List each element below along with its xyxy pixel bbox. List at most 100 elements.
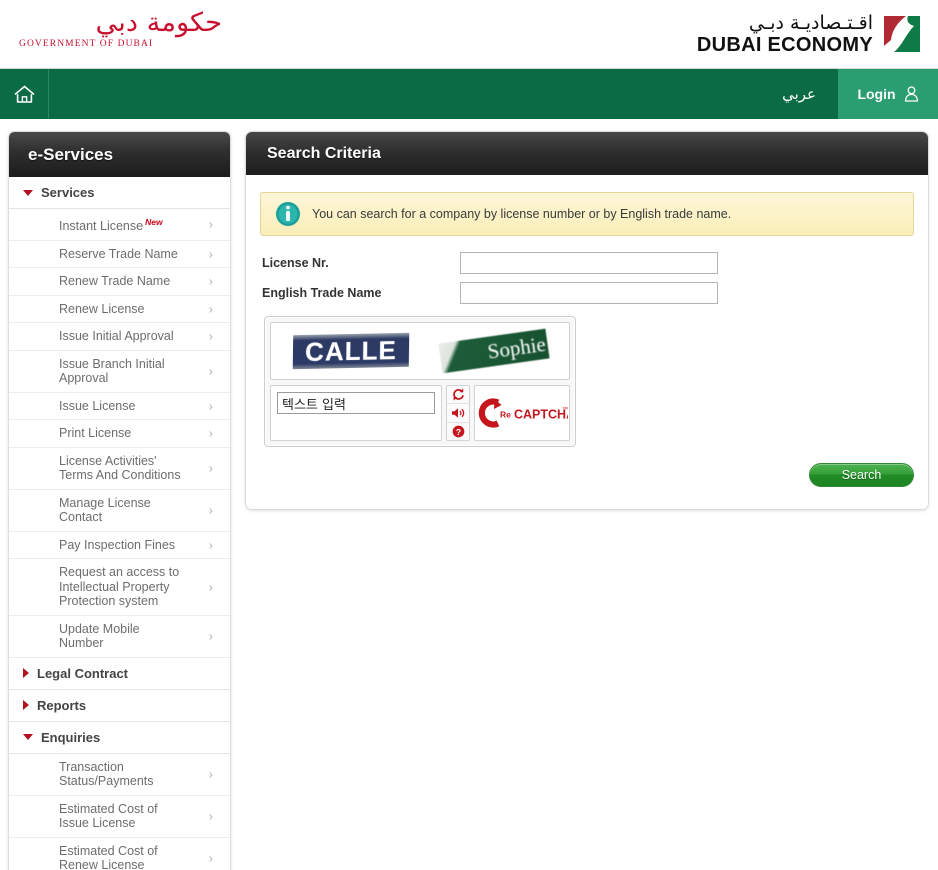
svg-text:?: ? — [455, 427, 460, 437]
login-button[interactable]: Login — [838, 69, 938, 119]
sidebar-item-estimated-cost-issue-license[interactable]: Estimated Cost of Issue License › — [9, 795, 230, 838]
chevron-right-icon: › — [208, 301, 213, 317]
sidebar-item-label: Transaction Status/Payments — [59, 759, 154, 789]
chevron-right-icon: › — [208, 328, 213, 344]
recaptcha-challenge-image: CALLE Sophie — [270, 322, 570, 380]
info-icon — [276, 202, 300, 226]
sidebar-section-legal-contract[interactable]: Legal Contract — [9, 657, 230, 690]
info-message-box: You can search for a company by license … — [260, 192, 914, 236]
panel-body: You can search for a company by license … — [246, 175, 928, 509]
captcha-word-one: CALLE — [292, 332, 409, 370]
recaptcha-input-wrapper — [270, 385, 442, 441]
dubai-economy-english-text: DUBAI ECONOMY — [696, 33, 873, 56]
sidebar-item-reserve-trade-name[interactable]: Reserve Trade Name › — [9, 240, 230, 269]
sidebar-item-pay-inspection-fines[interactable]: Pay Inspection Fines › — [9, 531, 230, 560]
chevron-right-icon: › — [208, 273, 213, 289]
gov-dubai-english-text: GOVERNMENT OF DUBAI — [19, 39, 154, 49]
license-nr-input[interactable] — [460, 252, 718, 274]
sidebar-title-bar: e-Services — [9, 132, 230, 177]
recaptcha-refresh-button[interactable] — [447, 386, 469, 405]
sidebar-item-label: Manage License Contact — [59, 495, 151, 525]
chevron-right-icon: › — [208, 363, 213, 379]
language-switch-arabic[interactable]: عربي — [772, 69, 838, 119]
help-icon: ? — [452, 425, 464, 438]
sidebar-item-issue-initial-approval[interactable]: Issue Initial Approval › — [9, 323, 230, 351]
sidebar-item-transaction-status-payments[interactable]: Transaction Status/Payments › — [9, 753, 230, 796]
triangle-down-icon — [23, 734, 33, 741]
recaptcha-brand-icon: Re CAPTCHA ™ — [478, 398, 568, 428]
sidebar-item-label: Instant License — [59, 219, 144, 234]
sidebar-item-manage-license-contact[interactable]: Manage License Contact › — [9, 489, 230, 532]
sidebar-item-label: Estimated Cost of Renew License — [59, 843, 158, 870]
english-trade-name-input[interactable] — [460, 282, 718, 304]
dubai-economy-logo: اقـتـصاديـة دبـي DUBAI ECONOMY — [697, 10, 924, 58]
main-content: Search Criteria You can search for a com… — [245, 131, 930, 510]
language-switch-label: عربي — [782, 85, 816, 103]
chevron-right-icon: › — [208, 246, 213, 262]
action-row: Search — [258, 463, 916, 487]
dubai-economy-wordmark: اقـتـصاديـة دبـي DUBAI ECONOMY — [696, 13, 873, 56]
sidebar-item-label: License Activities' Terms And Conditions — [59, 453, 181, 483]
sidebar-item-label: Renew License — [59, 301, 145, 316]
english-trade-name-label: English Trade Name — [262, 286, 382, 300]
home-icon — [14, 85, 34, 103]
chevron-right-icon: › — [208, 460, 213, 476]
chevron-right-icon: › — [208, 808, 213, 824]
sidebar-section-label: Reports — [37, 697, 87, 713]
sidebar-item-issue-license[interactable]: Issue License › — [9, 392, 230, 421]
sidebar-item-label: Issue Branch Initial Approval — [59, 356, 165, 386]
recaptcha-logo: Re CAPTCHA ™ — [474, 385, 570, 441]
recaptcha-help-button[interactable]: ? — [447, 422, 469, 440]
sidebar-section-enquiries[interactable]: Enquiries — [9, 721, 230, 754]
home-button[interactable] — [0, 69, 49, 119]
sidebar-item-estimated-cost-renew-license[interactable]: Estimated Cost of Renew License › — [9, 837, 230, 870]
sidebar-item-label: Renew Trade Name — [59, 274, 171, 289]
main-navigation-bar: عربي Login — [0, 69, 938, 119]
sidebar-section-services[interactable]: Services — [9, 177, 230, 209]
svg-text:™: ™ — [562, 406, 568, 413]
form-row-english-trade-name: English Trade Name — [258, 282, 916, 304]
captcha-input[interactable] — [277, 392, 435, 414]
sidebar-item-issue-branch-initial-approval[interactable]: Issue Branch Initial Approval › — [9, 350, 230, 393]
sidebar-section-reports[interactable]: Reports — [9, 689, 230, 722]
sidebar-item-request-ip-protection-access[interactable]: Request an access to Intellectual Proper… — [9, 559, 230, 616]
sidebar-item-label: Issue License — [59, 398, 136, 413]
license-nr-label: License Nr. — [262, 256, 329, 270]
svg-text:Re: Re — [500, 410, 511, 420]
sidebar: e-Services Services Instant License New ›… — [8, 131, 231, 870]
sidebar-section-label: Legal Contract — [37, 665, 129, 681]
sidebar-item-renew-license[interactable]: Renew License › — [9, 295, 230, 324]
recaptcha-audio-button[interactable] — [447, 404, 469, 423]
sidebar-item-instant-license[interactable]: Instant License New › — [9, 209, 230, 241]
triangle-right-icon — [23, 668, 29, 679]
sidebar-item-print-license[interactable]: Print License › — [9, 420, 230, 448]
audio-icon — [452, 408, 465, 418]
sidebar-section-label: Enquiries — [41, 729, 101, 745]
triangle-right-icon — [23, 700, 29, 711]
chevron-right-icon: › — [208, 850, 213, 866]
brand-header: حكومة دبي GOVERNMENT OF DUBAI اقـتـصاديـ… — [0, 0, 938, 69]
refresh-icon — [452, 388, 464, 401]
sidebar-item-label: Request an access to Intellectual Proper… — [59, 565, 180, 609]
sidebar-item-label: Print License — [59, 426, 132, 441]
chevron-right-icon: › — [208, 628, 213, 644]
sidebar-item-update-mobile-number[interactable]: Update Mobile Number › — [9, 615, 230, 658]
chevron-right-icon: › — [208, 425, 213, 441]
sidebar-title: e-Services — [28, 144, 114, 164]
chevron-right-icon: › — [208, 579, 213, 595]
triangle-down-icon — [23, 189, 33, 196]
chevron-right-icon: › — [208, 216, 213, 232]
form-row-license-nr: License Nr. — [258, 252, 916, 274]
sidebar-item-license-activities-terms[interactable]: License Activities' Terms And Conditions… — [9, 447, 230, 490]
recaptcha-widget: CALLE Sophie 텍스트 입력 ? Re CAPTCH ™ — [264, 316, 576, 447]
gov-dubai-arabic-text: حكومة دبي — [95, 8, 223, 38]
svg-text:CAPTCHA: CAPTCHA — [514, 408, 568, 422]
search-button[interactable]: Search — [809, 463, 914, 487]
page-body: e-Services Services Instant License New ›… — [0, 119, 938, 870]
recaptcha-controls: ? Re CAPTCHA ™ — [270, 385, 570, 441]
sidebar-item-label: Estimated Cost of Issue License — [59, 801, 158, 831]
new-badge: New — [145, 217, 163, 227]
sidebar-item-label: Pay Inspection Fines — [59, 537, 176, 552]
sidebar-item-renew-trade-name[interactable]: Renew Trade Name › — [9, 268, 230, 296]
sidebar-section-label: Services — [41, 185, 95, 200]
